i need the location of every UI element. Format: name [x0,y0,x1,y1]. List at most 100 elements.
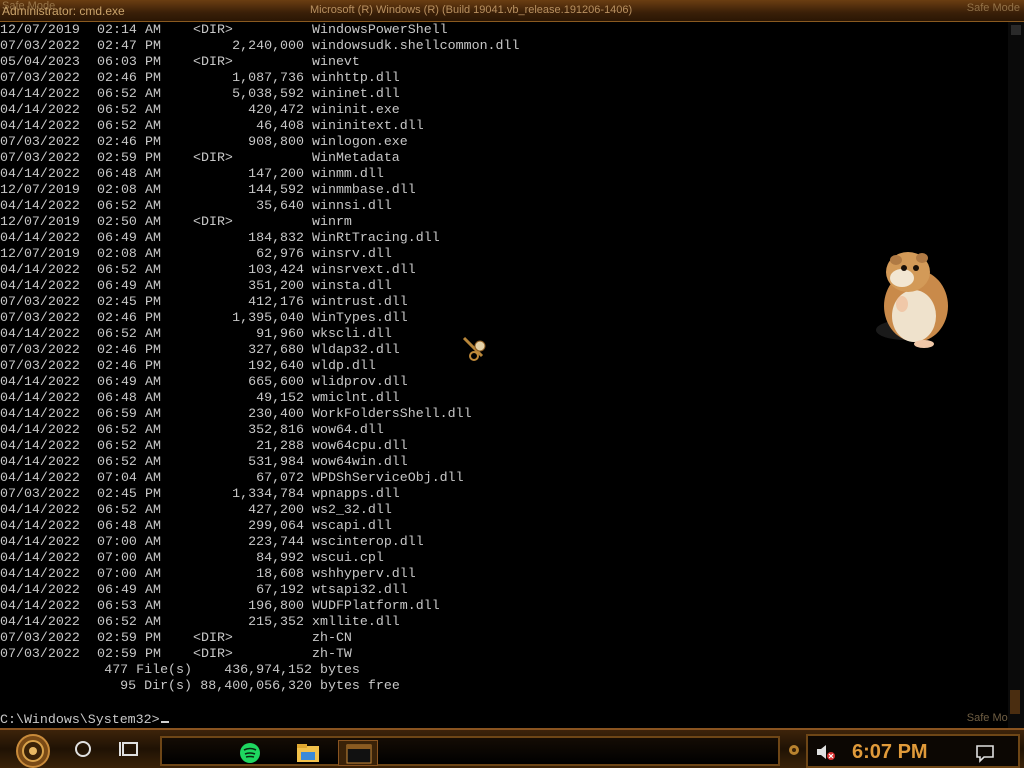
listing-name: wow64.dll [312,422,384,437]
listing-ampm: AM [145,614,161,629]
listing-time: 06:49 [97,374,137,389]
listing-date: 04/14/2022 [0,118,80,133]
spotify-icon[interactable] [230,740,270,766]
listing-name: winhttp.dll [312,70,400,85]
listing-name: winmm.dll [312,166,384,181]
listing-name: winevt [312,54,360,69]
console-output[interactable]: 12/07/2019 02:14 AM <DIR> WindowsPowerShell 0… [0,22,1008,728]
listing-size: 35,640 [256,198,304,213]
listing-date: 04/14/2022 [0,102,80,117]
listing-date: 04/14/2022 [0,166,80,181]
listing-size: 352,816 [248,422,304,437]
task-view-icon[interactable] [118,738,142,760]
listing-size: 412,176 [248,294,304,309]
safe-mode-watermark-top-left: Safe Mode [2,0,56,12]
listing-time: 06:52 [97,262,137,277]
listing-size: 49,152 [256,390,304,405]
listing-name: wscinterop.dll [312,534,424,549]
listing-date: 12/07/2019 [0,182,80,197]
listing-ampm: AM [145,470,161,485]
listing-ampm: PM [145,646,161,661]
text-cursor [160,721,169,723]
listing-size: 192,640 [248,358,304,373]
listing-time: 06:52 [97,502,137,517]
listing-date: 12/07/2019 [0,22,80,37]
listing-time: 06:52 [97,86,137,101]
listing-name: WUDFPlatform.dll [312,598,440,613]
listing-ampm: AM [145,182,161,197]
listing-time: 06:52 [97,454,137,469]
listing-time: 02:46 [97,358,137,373]
listing-size: 84,992 [256,550,304,565]
listing-date: 07/03/2022 [0,150,80,165]
listing-name: WorkFoldersShell.dll [312,406,472,421]
listing-date: 04/14/2022 [0,230,80,245]
listing-date: 04/14/2022 [0,438,80,453]
listing-time: 07:00 [97,566,137,581]
cortana-circle-icon[interactable] [72,738,94,760]
listing-name: WinRtTracing.dll [312,230,440,245]
summary-files-count: 477 File(s) [104,662,192,677]
listing-time: 02:46 [97,310,137,325]
listing-date: 07/03/2022 [0,630,80,645]
listing-time: 06:48 [97,166,137,181]
listing-size: 327,680 [248,342,304,357]
listing-date: 04/14/2022 [0,550,80,565]
listing-ampm: PM [145,70,161,85]
listing-name: wtsapi32.dll [312,582,408,597]
listing-name: zh-CN [312,630,352,645]
listing-size: 351,200 [248,278,304,293]
listing-date: 04/14/2022 [0,518,80,533]
cmd-window-icon[interactable] [338,740,378,766]
safe-mode-watermark-top-right: Safe Mode [966,2,1020,14]
command-prompt[interactable]: C:\Windows\System32> [0,712,169,728]
listing-time: 02:14 [97,22,137,37]
system-tray: 6:07 PM [806,734,1020,768]
listing-time: 07:04 [97,470,137,485]
listing-name: wscui.cpl [312,550,384,565]
scroll-thumb[interactable] [1010,690,1020,714]
listing-ampm: PM [145,150,161,165]
listing-ampm: AM [145,246,161,261]
hamster-desktop-pet[interactable] [866,246,956,352]
window-title-bar[interactable]: Administrator: cmd.exe Microsoft (R) Win… [0,0,1024,22]
listing-size: 144,592 [248,182,304,197]
listing-date: 07/03/2022 [0,358,80,373]
listing-name: wshhyperv.dll [312,566,416,581]
listing-date: 04/14/2022 [0,566,80,581]
volume-muted-icon[interactable] [814,742,836,762]
file-explorer-icon[interactable] [288,740,328,766]
listing-name: wpnapps.dll [312,486,400,501]
listing-ampm: AM [145,438,161,453]
listing-name: wkscli.dll [312,326,392,341]
listing-ampm: PM [145,134,161,149]
listing-size: 1,395,040 [232,310,304,325]
listing-time: 02:46 [97,134,137,149]
listing-time: 06:52 [97,102,137,117]
listing-ampm: PM [145,630,161,645]
start-gear-icon[interactable] [10,733,56,768]
listing-name: wininitext.dll [312,118,424,133]
listing-date: 07/03/2022 [0,342,80,357]
listing-size: 1,334,784 [232,486,304,501]
listing-name: wininit.exe [312,102,400,117]
listing-time: 02:46 [97,70,137,85]
listing-name: windowsudk.shellcommon.dll [312,38,520,53]
listing-date: 04/14/2022 [0,582,80,597]
listing-date: 05/04/2023 [0,54,80,69]
taskbar-clock[interactable]: 6:07 PM [852,741,928,764]
tray-gear-icon[interactable] [788,743,800,755]
listing-date: 07/03/2022 [0,134,80,149]
notification-icon[interactable] [974,742,996,764]
listing-time: 07:00 [97,534,137,549]
listing-size: 21,288 [256,438,304,453]
vertical-scrollbar[interactable] [1008,22,1024,728]
listing-ampm: AM [145,422,161,437]
listing-ampm: AM [145,326,161,341]
listing-time: 06:53 [97,598,137,613]
listing-size: 196,800 [248,598,304,613]
scroll-up-arrow-icon[interactable] [1008,22,1024,38]
listing-date: 12/07/2019 [0,246,80,261]
listing-name: winlogon.exe [312,134,408,149]
listing-size: 299,064 [248,518,304,533]
